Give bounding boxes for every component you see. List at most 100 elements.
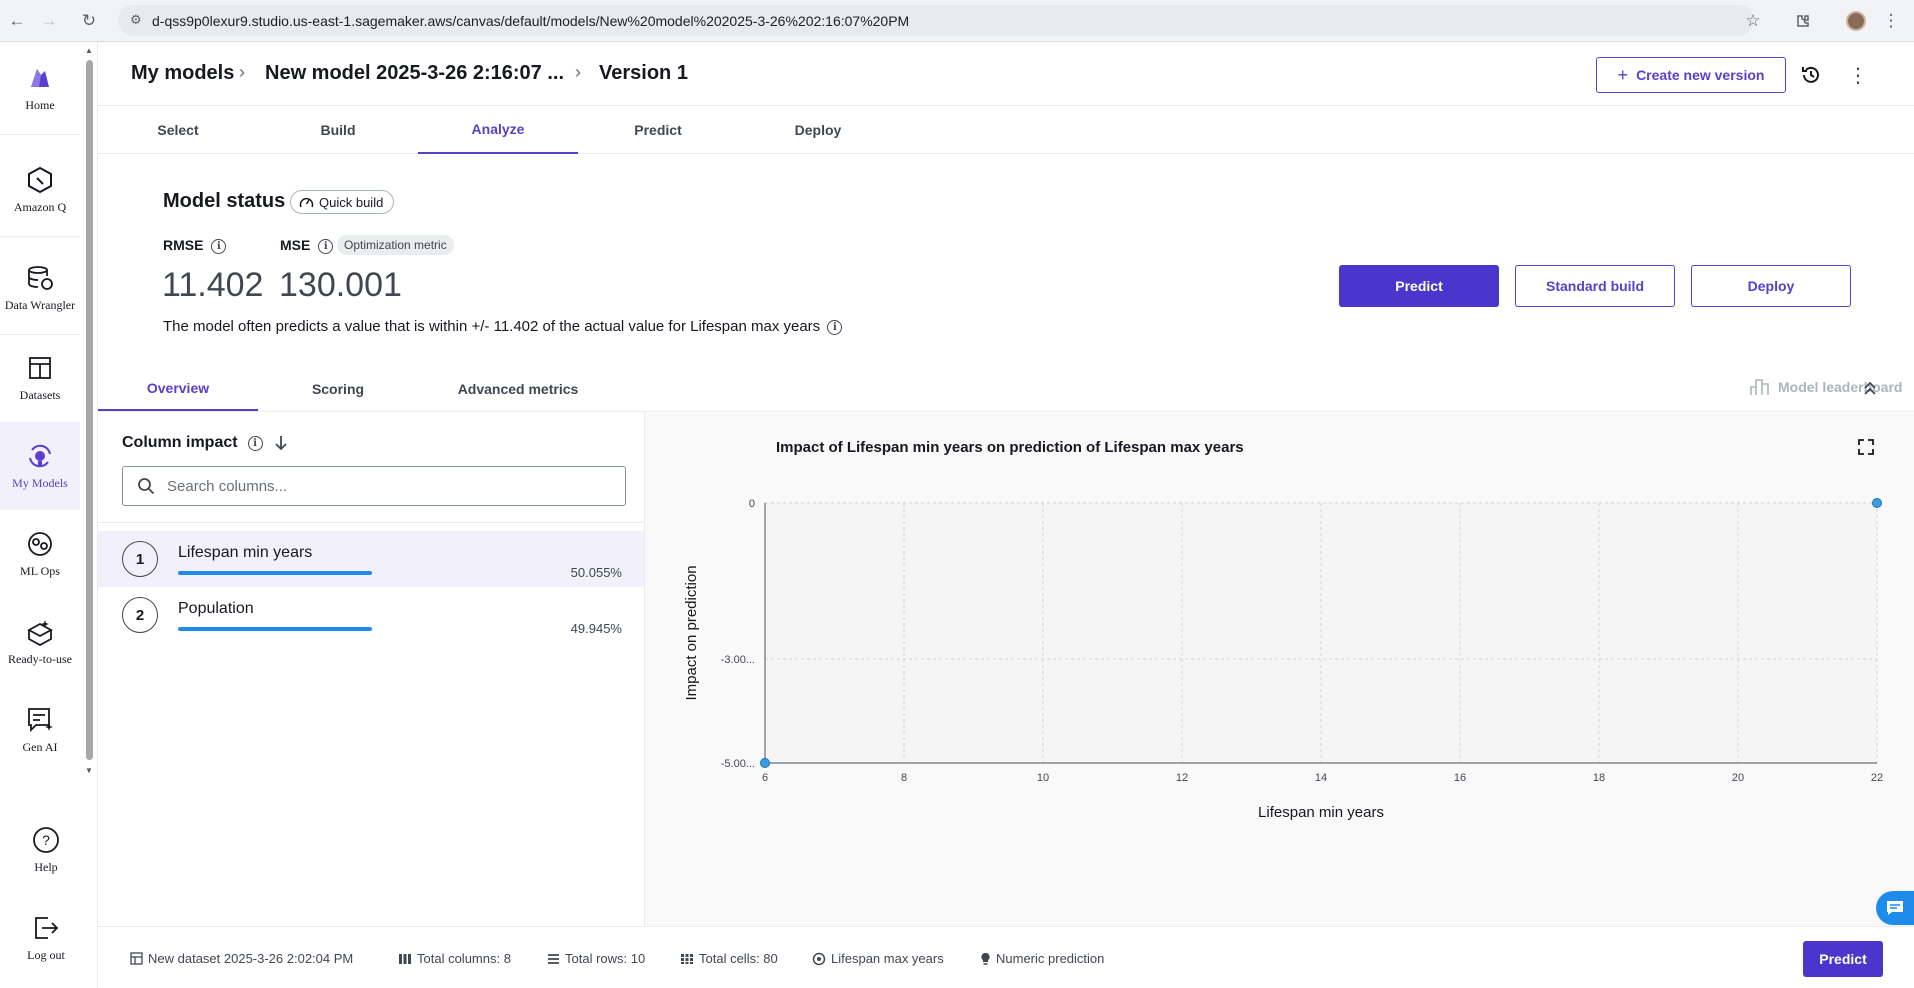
breadcrumb-chevron-icon: ›	[239, 62, 245, 82]
nav-help[interactable]: ? Help	[0, 824, 92, 884]
nav-ready-to-use-label: Ready-to-use	[8, 652, 72, 666]
nav-scrollbar-thumb[interactable]	[86, 60, 93, 760]
tab-overview[interactable]: Overview	[98, 366, 258, 411]
column-impact-bar	[178, 627, 372, 631]
footer-target-label: Lifespan max years	[831, 951, 944, 966]
site-info-icon[interactable]: ⚙	[130, 12, 142, 28]
nav-datasets[interactable]: Datasets	[0, 352, 80, 412]
data-point	[1872, 498, 1882, 508]
y-axis-label: Impact on prediction	[683, 565, 700, 700]
my-models-icon	[24, 440, 56, 472]
column-row[interactable]: 1 Lifespan min years 50.055%	[98, 531, 644, 587]
x-tick-label: 14	[1315, 772, 1327, 784]
footer-problem-type: Numeric prediction	[980, 951, 1104, 966]
address-bar[interactable]: ⚙ d-qss9p0lexur9.studio.us-east-1.sagema…	[118, 5, 1754, 36]
x-tick-label: 20	[1732, 772, 1744, 784]
sort-arrow-down-icon[interactable]	[273, 434, 289, 452]
breadcrumb-version: Version 1	[599, 62, 688, 84]
info-icon[interactable]: i	[318, 238, 334, 254]
nav-ready-to-use[interactable]: Ready-to-use	[0, 616, 80, 676]
logout-icon	[30, 912, 62, 944]
tab-predict[interactable]: Predict	[578, 106, 738, 154]
chat-feedback-button[interactable]	[1876, 891, 1914, 925]
optimization-metric-badge: Optimization metric	[337, 235, 454, 255]
metric-explanation: The model often predicts a value that is…	[163, 318, 843, 335]
x-tick-label: 18	[1593, 772, 1605, 784]
leaderboard-icon	[1750, 379, 1769, 395]
column-name: Population	[178, 600, 254, 617]
column-impact-percent: 49.945%	[570, 621, 622, 636]
quick-build-label: Quick build	[319, 194, 384, 210]
tab-deploy[interactable]: Deploy	[738, 106, 898, 154]
mse-value: 130.001	[279, 266, 402, 304]
tab-scoring[interactable]: Scoring	[258, 366, 418, 411]
info-icon[interactable]: i	[211, 238, 227, 254]
more-options-icon[interactable]: ⋮	[1842, 59, 1874, 91]
dataset-info-footer: New dataset 2025-3-26 2:02:04 PM Total c…	[98, 926, 1914, 988]
column-name: Lifespan min years	[178, 544, 313, 561]
nav-my-models[interactable]: My Models	[0, 422, 80, 510]
nav-data-wrangler-label: Data Wrangler	[4, 298, 76, 312]
target-icon	[812, 952, 826, 965]
y-tick-label: -5.00...	[721, 758, 755, 770]
nav-data-wrangler[interactable]: Data Wrangler	[0, 262, 80, 322]
footer-dataset[interactable]: New dataset 2025-3-26 2:02:04 PM	[130, 951, 353, 966]
nav-help-label: Help	[34, 860, 58, 874]
deploy-button[interactable]: Deploy	[1691, 265, 1851, 307]
nav-home-label: Home	[25, 98, 55, 112]
search-columns-input[interactable]: Search columns...	[122, 466, 626, 506]
breadcrumb-my-models[interactable]: My models	[131, 62, 234, 85]
chart-title: Impact of Lifespan min years on predicti…	[776, 439, 1244, 456]
column-rank: 2	[122, 597, 158, 633]
create-new-version-button[interactable]: + Create new version	[1596, 57, 1786, 93]
ready-to-use-icon	[24, 616, 56, 648]
x-tick-label: 10	[1037, 772, 1049, 784]
x-tick-label: 22	[1871, 772, 1883, 784]
forward-icon[interactable]: →	[34, 6, 64, 36]
info-icon[interactable]: i	[247, 435, 263, 451]
x-tick-label: 8	[901, 772, 907, 784]
footer-total-columns-label: Total columns: 8	[417, 951, 511, 966]
rmse-label-text: RMSE	[163, 237, 204, 253]
nav-log-out[interactable]: Log out	[0, 912, 92, 972]
help-icon: ?	[30, 824, 62, 856]
nav-home[interactable]: Home	[0, 62, 80, 122]
rmse-value: 11.402	[162, 266, 264, 304]
column-impact-panel: Column impact i Search columns... 1 Life…	[98, 412, 645, 926]
tab-advanced-metrics[interactable]: Advanced metrics	[418, 366, 618, 411]
back-icon[interactable]: ←	[2, 6, 32, 36]
model-status-title: Model status	[163, 190, 286, 212]
column-impact-header: Column impact i	[122, 434, 289, 452]
left-navigation: Home Amazon Q Data Wrangler Datasets My …	[0, 42, 98, 988]
nav-datasets-label: Datasets	[19, 388, 61, 402]
reload-icon[interactable]: ↻	[74, 6, 104, 36]
nav-log-out-label: Log out	[27, 948, 65, 962]
nav-amazon-q[interactable]: Amazon Q	[0, 164, 80, 224]
nav-scrollbar[interactable]: ▲ ▼	[84, 46, 94, 775]
nav-gen-ai[interactable]: Gen AI	[0, 704, 80, 764]
nav-divider	[0, 236, 80, 237]
standard-build-button[interactable]: Standard build	[1515, 265, 1675, 307]
profile-avatar[interactable]	[1846, 11, 1866, 31]
y-tick-label: 0	[749, 498, 755, 510]
browser-menu-icon[interactable]: ⋮	[1876, 6, 1906, 36]
version-history-icon[interactable]	[1795, 59, 1827, 91]
tab-build[interactable]: Build	[258, 106, 418, 154]
analysis-tabs: Overview Scoring Advanced metrics Model …	[98, 366, 1914, 412]
predict-button[interactable]: Predict	[1339, 265, 1499, 307]
breadcrumb-model-name[interactable]: New model 2025-3-26 2:16:07 ...	[265, 62, 564, 85]
nav-ml-ops[interactable]: ML Ops	[0, 528, 80, 588]
extensions-icon[interactable]	[1788, 6, 1818, 36]
collapse-icon[interactable]	[1858, 376, 1882, 400]
footer-predict-button[interactable]: Predict	[1803, 941, 1883, 977]
fullscreen-icon[interactable]	[1857, 438, 1881, 462]
tab-select[interactable]: Select	[98, 106, 258, 154]
info-icon[interactable]: i	[827, 319, 843, 335]
tab-analyze[interactable]: Analyze	[418, 106, 578, 154]
nav-gen-ai-label: Gen AI	[22, 740, 58, 754]
impact-chart-panel: 6 8 10 12 14 16 18 20 22 0 -3.00... -5.00... Lifespa…	[645, 412, 1914, 926]
column-row[interactable]: 2 Population 49.945%	[98, 587, 644, 643]
bookmark-star-icon[interactable]: ☆	[1738, 6, 1768, 36]
mse-label-text: MSE	[280, 237, 311, 253]
y-tick-label: -3.00...	[721, 654, 755, 666]
